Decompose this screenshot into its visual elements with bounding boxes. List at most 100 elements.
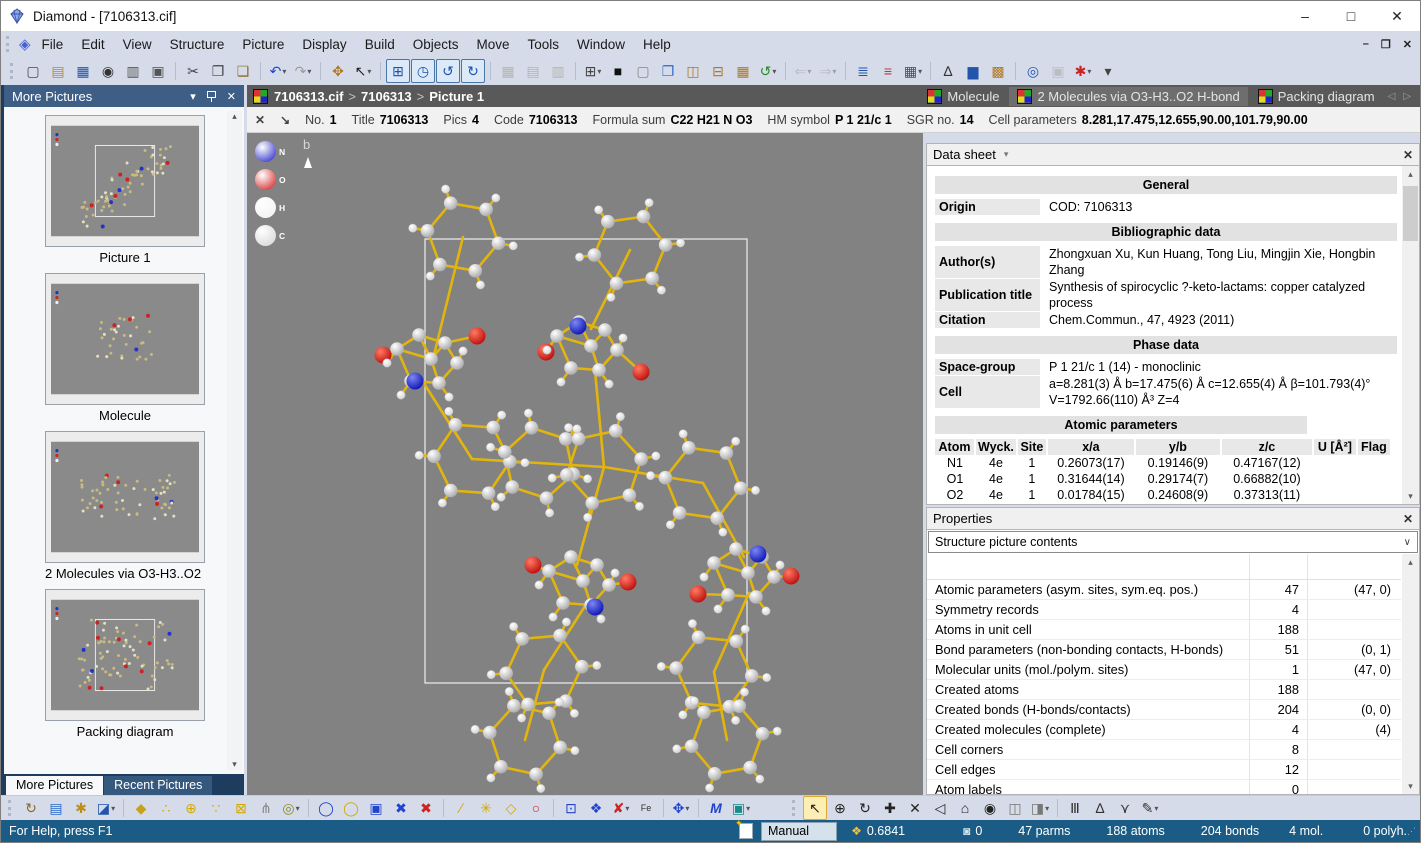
remove-polyhedra-button[interactable]: ✖: [389, 796, 413, 820]
scroll-up-icon[interactable]: ▴: [1402, 554, 1419, 570]
edit-data-button[interactable]: ▤: [44, 796, 68, 820]
properties-row[interactable]: Atom labels0: [927, 780, 1401, 795]
document-icon[interactable]: ◈: [19, 35, 31, 53]
picture-tab-packing-diagram[interactable]: Packing diagram: [1250, 87, 1383, 106]
menu-move[interactable]: Move: [468, 34, 519, 55]
layer-front-button[interactable]: ◫: [1003, 796, 1027, 820]
picture-tab-molecule[interactable]: Molecule: [919, 87, 1007, 106]
add-atom-button[interactable]: ⊕: [179, 796, 203, 820]
thumbnail-picture-1[interactable]: Picture 1: [45, 115, 205, 271]
panel-close-icon[interactable]: ✕: [1403, 512, 1413, 526]
sidebar-tab-recent-pictures[interactable]: Recent Pictures: [104, 776, 212, 795]
menu-structure[interactable]: Structure: [161, 34, 234, 55]
rotate-mode-button[interactable]: ↻: [853, 796, 877, 820]
polyhedron-blue-button[interactable]: ◯: [314, 796, 338, 820]
menu-view[interactable]: View: [114, 34, 161, 55]
redo-button[interactable]: ↷▾: [291, 59, 315, 83]
grid-button[interactable]: ⊞▾: [581, 59, 605, 83]
view-direction-button[interactable]: ◁: [928, 796, 952, 820]
breadcrumb-segment[interactable]: 7106313: [361, 89, 412, 104]
delete-outside-button[interactable]: ✘▾: [609, 796, 633, 820]
data-sheet-scrollbar[interactable]: ▴ ▾: [1402, 166, 1419, 504]
close-infobar-icon[interactable]: ✕: [255, 113, 265, 127]
layer-back-button[interactable]: ◨▾: [1028, 796, 1052, 820]
scale-mode-button[interactable]: ✕: [903, 796, 927, 820]
scroll-up-icon[interactable]: ▴: [232, 111, 237, 122]
menu-objects[interactable]: Objects: [404, 34, 468, 55]
history-button[interactable]: ↺▾: [756, 59, 780, 83]
copy-button[interactable]: ❐: [206, 59, 230, 83]
sidebar-scrollbar[interactable]: ▴ ▾: [227, 111, 242, 770]
mdi-minimize-button[interactable]: –: [1363, 38, 1369, 51]
breadcrumb-segment[interactable]: 7106313.cif: [274, 89, 343, 104]
properties-row[interactable]: Molecular units (mol./polym. sites)1(47,…: [927, 660, 1401, 680]
sidebar-tab-more-pictures[interactable]: More Pictures: [6, 776, 103, 795]
forward-button[interactable]: ⇒▾: [816, 59, 840, 83]
pane-menu-icon[interactable]: ▾: [190, 90, 196, 103]
back-button[interactable]: ⇐▾: [791, 59, 815, 83]
properties-row[interactable]: Cell edges12: [927, 760, 1401, 780]
complete-fragments-button[interactable]: ∵: [204, 796, 228, 820]
table-row[interactable]: N14e10.26073(17)0.19146(9)0.47167(12): [935, 455, 1391, 471]
select-mode-button[interactable]: ↖: [803, 796, 827, 820]
new-file-button[interactable]: ▢: [21, 59, 45, 83]
viewport-button[interactable]: ✥▾: [669, 796, 693, 820]
datasheet-view-button[interactable]: ≣: [851, 59, 875, 83]
scroll-down-icon[interactable]: ▾: [232, 759, 237, 770]
thumbnail-2-molecules-via-o3-h3-o2[interactable]: 2 Molecules via O3-H3..O2 ...: [45, 431, 205, 587]
print-button[interactable]: ▣: [146, 59, 170, 83]
molecule-mode-button[interactable]: M: [704, 796, 728, 820]
scroll-down-icon[interactable]: ▾: [1402, 488, 1419, 504]
powder-pattern-button[interactable]: ▩: [986, 59, 1010, 83]
paste-button[interactable]: ❏: [231, 59, 255, 83]
jump-icon[interactable]: ↘: [280, 113, 290, 127]
new-picture-button[interactable]: ▢: [631, 59, 655, 83]
find-button[interactable]: ◉: [96, 59, 120, 83]
databrief-view-button[interactable]: ≡: [876, 59, 900, 83]
thumbnail-packing-diagram[interactable]: Packing diagram: [45, 589, 205, 745]
properties-row[interactable]: Atoms in unit cell188: [927, 620, 1401, 640]
wizard-button[interactable]: ✱: [69, 796, 93, 820]
panel-menu-icon[interactable]: ▾: [1004, 149, 1009, 160]
fe-bond-button[interactable]: Fe: [634, 796, 658, 820]
menu-tools[interactable]: Tools: [519, 34, 569, 55]
duplicate-picture-button[interactable]: ⊟: [706, 59, 730, 83]
scrollbar-thumb[interactable]: [1403, 186, 1418, 241]
grow-tree-button[interactable]: ⋔: [254, 796, 278, 820]
h-bond-button[interactable]: ◇: [499, 796, 523, 820]
measure-distance-button[interactable]: Ⅲ: [1063, 796, 1087, 820]
structure-canvas[interactable]: NOHC b: [247, 133, 923, 795]
panel-close-icon[interactable]: ✕: [1403, 148, 1413, 162]
video-button[interactable]: ✱▾: [1071, 59, 1095, 83]
picture-table-button[interactable]: ▦: [731, 59, 755, 83]
data-form-button[interactable]: ▤: [521, 59, 545, 83]
data-list-button[interactable]: ▥: [546, 59, 570, 83]
table-row[interactable]: O14e10.31644(14)0.29174(7)0.66882(10): [935, 471, 1391, 487]
properties-selector[interactable]: Structure picture contents ∨: [928, 531, 1418, 553]
undo-button[interactable]: ↶▾: [266, 59, 290, 83]
save-button[interactable]: ▦: [71, 59, 95, 83]
properties-row[interactable]: Created atoms188: [927, 680, 1401, 700]
scroll-up-icon[interactable]: ▴: [1402, 166, 1419, 182]
contact-button[interactable]: ○: [524, 796, 548, 820]
properties-scrollbar[interactable]: ▴ ▾: [1402, 554, 1419, 794]
menu-help[interactable]: Help: [634, 34, 680, 55]
create-bonds-button[interactable]: ✳: [474, 796, 498, 820]
add-all-atoms-button[interactable]: ∴: [154, 796, 178, 820]
pan-button[interactable]: ✥: [326, 59, 350, 83]
menu-display[interactable]: Display: [293, 34, 355, 55]
asym-unit-button[interactable]: ◆: [129, 796, 153, 820]
maximize-button[interactable]: □: [1328, 1, 1374, 31]
menu-edit[interactable]: Edit: [72, 34, 113, 55]
properties-row[interactable]: Created bonds (H-bonds/contacts)204(0, 0…: [927, 700, 1401, 720]
picture-mode-button[interactable]: ▣▾: [729, 796, 753, 820]
fill-cell-button[interactable]: ❖: [584, 796, 608, 820]
perspective-button[interactable]: ⌂: [953, 796, 977, 820]
measure-angle-button[interactable]: ∆: [1088, 796, 1112, 820]
measure-plane-button[interactable]: ✎▾: [1138, 796, 1162, 820]
copy-picture-button[interactable]: ❐: [656, 59, 680, 83]
filter-button[interactable]: ◪▾: [94, 796, 118, 820]
create-bond-button[interactable]: ∕: [449, 796, 473, 820]
coordination-sphere-button[interactable]: ◎▾: [279, 796, 303, 820]
resize-grip[interactable]: ⋰: [1407, 826, 1416, 837]
